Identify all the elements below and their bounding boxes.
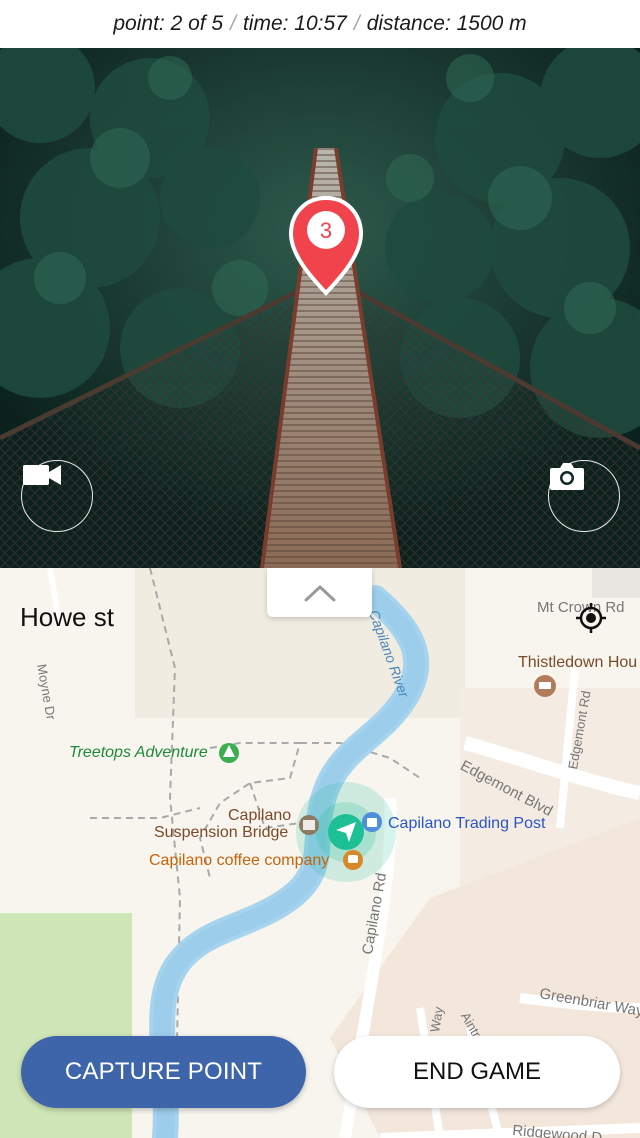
map-label-coffee: Capilano coffee company bbox=[149, 852, 330, 869]
recenter-button[interactable] bbox=[574, 601, 608, 635]
marker-number: 3 bbox=[320, 218, 332, 243]
separator: / bbox=[353, 12, 360, 35]
crosshair-icon bbox=[576, 603, 606, 633]
separator: / bbox=[230, 12, 236, 35]
map-label-bridge-line2: Suspension Bridge bbox=[154, 824, 289, 841]
map-label-thistledown: Thistledown Hou bbox=[518, 654, 638, 671]
expand-photo-tab[interactable] bbox=[267, 568, 372, 617]
record-video-button[interactable] bbox=[21, 460, 93, 532]
capture-point-button[interactable]: CAPTURE POINT bbox=[21, 1036, 306, 1108]
time-readout: time: 10:57 bbox=[242, 12, 347, 35]
user-location-icon bbox=[328, 814, 364, 850]
map-label-bridge-line1: Capilano bbox=[228, 807, 292, 824]
video-camera-icon bbox=[23, 465, 61, 485]
bridge-forest-image: 3 bbox=[0, 48, 640, 568]
chevron-up-icon bbox=[304, 585, 335, 601]
end-game-button[interactable]: END GAME bbox=[334, 1036, 620, 1108]
take-photo-button[interactable] bbox=[548, 460, 620, 532]
street-name: Howe st bbox=[20, 602, 114, 632]
map-view[interactable]: Howe st Mt Crown Rd Thistledown Hou Tree… bbox=[0, 568, 640, 1138]
status-bar: point: 2 of 5 / time: 10:57 / distance: … bbox=[0, 0, 640, 48]
point-counter: point: 2 of 5 bbox=[113, 12, 224, 35]
point-photo: 3 bbox=[0, 48, 640, 568]
distance-readout: distance: 1500 m bbox=[366, 12, 527, 35]
map-label-trading-post: Capilano Trading Post bbox=[388, 815, 546, 832]
camera-icon bbox=[550, 463, 584, 490]
map-label-treetops: Treetops Adventure bbox=[69, 744, 208, 761]
